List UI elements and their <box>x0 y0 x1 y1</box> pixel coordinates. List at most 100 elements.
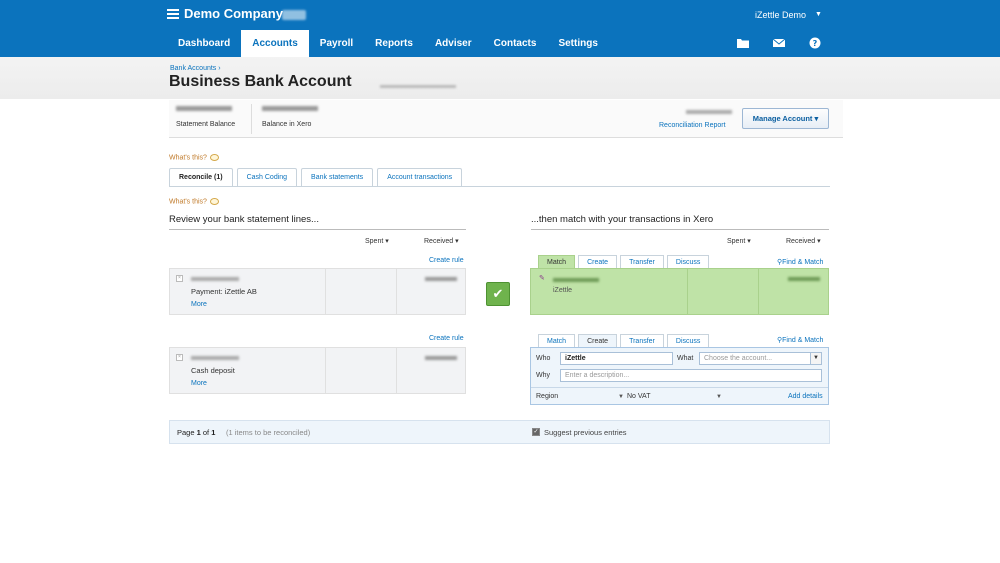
items-to-reconcile: (1 items to be reconciled) <box>226 428 311 437</box>
xero-balance: Balance in Xero <box>262 106 318 128</box>
tax-select[interactable]: No VAT <box>627 393 650 400</box>
nav-contacts[interactable]: Contacts <box>483 30 548 57</box>
why-input[interactable]: Enter a description... <box>560 369 822 382</box>
suggest-checkbox[interactable]: ✓ <box>532 428 540 436</box>
tab-match[interactable]: Match <box>538 255 576 268</box>
page-header <box>0 57 1000 99</box>
region-select[interactable]: Region <box>536 393 558 400</box>
tab-bank-statements[interactable]: Bank statements <box>301 168 374 186</box>
chevron-down-icon[interactable]: ▼ <box>618 394 624 400</box>
create-rule-link[interactable]: Create rule <box>429 335 464 342</box>
statement-balance: Statement Balance <box>176 106 235 128</box>
find-match-link[interactable]: ⚲Find & Match <box>777 336 823 344</box>
breadcrumb[interactable]: Bank Accounts › <box>170 65 221 72</box>
tab-reconcile[interactable]: Reconcile (1) <box>169 168 233 186</box>
tab-transfer[interactable]: Transfer <box>620 255 664 268</box>
user-menu[interactable]: iZettle Demo <box>755 10 806 20</box>
left-received-header[interactable]: Received ▾ <box>424 237 459 245</box>
divider <box>325 348 326 393</box>
redacted-value <box>191 277 239 281</box>
divider <box>396 348 397 393</box>
who-input[interactable]: iZettle <box>560 352 673 365</box>
statement-line: × Cash deposit More <box>169 347 466 394</box>
help-icon[interactable]: ? <box>808 37 822 49</box>
folder-icon[interactable] <box>736 37 750 49</box>
close-icon[interactable]: × <box>176 354 183 361</box>
main-nav: Dashboard Accounts Payroll Reports Advis… <box>167 30 609 57</box>
tab-discuss[interactable]: Discuss <box>666 255 710 268</box>
find-match-label: Find & Match <box>782 259 824 266</box>
more-link[interactable]: More <box>191 301 207 308</box>
find-match-label: Find & Match <box>782 337 824 344</box>
speech-bubble-icon <box>209 198 219 205</box>
speech-bubble-icon <box>209 154 219 161</box>
match-tabs: Match Create Transfer Discuss <box>538 255 712 268</box>
left-spent-header[interactable]: Spent ▾ <box>365 237 389 245</box>
right-spent-header[interactable]: Spent ▾ <box>727 237 751 245</box>
tab-create[interactable]: Create <box>578 334 618 347</box>
find-match-link[interactable]: ⚲Find & Match <box>777 258 823 266</box>
page-of: of <box>202 428 210 437</box>
page-indicator: Page 1 of 1 <box>177 428 215 437</box>
create-tabs: Match Create Transfer Discuss <box>538 334 712 347</box>
menu-icon[interactable] <box>167 9 179 21</box>
page-title: Business Bank Account <box>169 73 352 90</box>
tab-discuss[interactable]: Discuss <box>666 334 710 347</box>
nav-settings[interactable]: Settings <box>547 30 608 57</box>
create-rule-link[interactable]: Create rule <box>429 257 464 264</box>
divider <box>687 269 688 314</box>
manage-account-button[interactable]: Manage Account ▾ <box>742 108 829 129</box>
xero-transactions-heading: ...then match with your transactions in … <box>531 214 714 225</box>
company-name[interactable]: Demo Company <box>184 6 283 21</box>
top-icons: ? <box>736 37 822 49</box>
tab-create[interactable]: Create <box>578 255 618 268</box>
divider <box>758 269 759 314</box>
statement-balance-label: Statement Balance <box>176 121 236 128</box>
nav-accounts[interactable]: Accounts <box>241 30 309 57</box>
chevron-down-icon[interactable]: ▼ <box>716 394 722 400</box>
tab-account-transactions[interactable]: Account transactions <box>377 168 463 186</box>
mail-icon[interactable] <box>772 37 786 49</box>
reconciliation-report-link[interactable]: Reconciliation Report <box>659 122 726 129</box>
redacted-amount <box>425 356 457 360</box>
nav-dashboard[interactable]: Dashboard <box>167 30 241 57</box>
whats-this-label: What's this? <box>169 198 207 206</box>
why-label: Why <box>536 372 550 379</box>
matched-transaction[interactable]: ✎ iZettle <box>530 268 829 315</box>
what-placeholder: Choose the account... <box>704 355 773 362</box>
redacted-amount <box>788 277 820 281</box>
redacted-value <box>191 356 239 360</box>
redacted-value <box>686 110 732 114</box>
xero-balance-label: Balance in Xero <box>262 121 312 128</box>
ok-reconcile-button[interactable]: ✔ <box>486 282 510 306</box>
divider <box>531 229 829 230</box>
suggest-label[interactable]: Suggest previous entries <box>544 428 627 437</box>
redacted-value <box>553 278 599 282</box>
statement-line: × Payment: iZettle AB More <box>169 268 466 315</box>
what-label: What <box>677 355 694 362</box>
nav-adviser[interactable]: Adviser <box>424 30 483 57</box>
tab-match[interactable]: Match <box>538 334 576 347</box>
statement-description: Cash deposit <box>191 366 235 375</box>
what-select[interactable]: Choose the account... ▼ <box>699 352 822 365</box>
chevron-down-icon[interactable]: ▼ <box>810 353 821 364</box>
divider <box>396 269 397 314</box>
close-icon[interactable]: × <box>176 275 183 282</box>
redacted-value <box>176 106 232 111</box>
add-details-link[interactable]: Add details <box>788 393 823 400</box>
account-number-redacted <box>380 85 456 88</box>
company-badge <box>282 10 306 20</box>
nav-payroll[interactable]: Payroll <box>309 30 364 57</box>
page-prefix: Page <box>177 428 195 437</box>
chevron-down-icon[interactable]: ▼ <box>815 11 822 18</box>
whats-this-link[interactable]: What's this? <box>169 154 219 161</box>
right-received-header[interactable]: Received ▾ <box>786 237 821 245</box>
tab-transfer[interactable]: Transfer <box>620 334 664 347</box>
tab-cash-coding[interactable]: Cash Coding <box>236 168 298 186</box>
nav-reports[interactable]: Reports <box>364 30 424 57</box>
whats-this-link[interactable]: What's this? <box>169 198 219 205</box>
redacted-amount <box>425 277 457 281</box>
pagination-bar: Page 1 of 1 (1 items to be reconciled) ✓… <box>169 420 830 444</box>
statement-description: Payment: iZettle AB <box>191 287 257 296</box>
more-link[interactable]: More <box>191 380 207 387</box>
